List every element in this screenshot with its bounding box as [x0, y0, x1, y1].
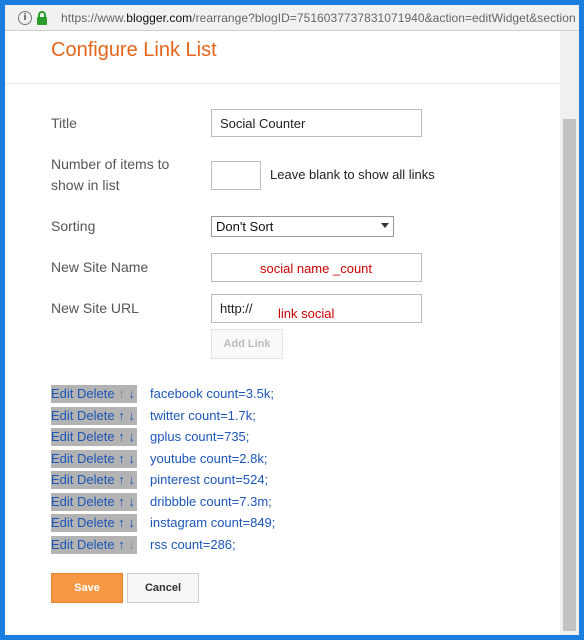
items-count-label-line1: Number of items to: [51, 156, 170, 172]
browser-window: i https://www.blogger.com/rearrange?blog…: [5, 5, 579, 635]
title-label: Title: [51, 115, 77, 131]
move-down-arrow-icon[interactable]: ↓: [128, 494, 135, 509]
url-text[interactable]: https://www.blogger.com/rearrange?blogID…: [61, 11, 576, 25]
url-prefix: https://www.: [61, 11, 127, 25]
edit-link[interactable]: Edit: [51, 408, 73, 423]
chevron-down-icon: [381, 223, 389, 228]
info-icon[interactable]: i: [18, 11, 32, 25]
move-down-arrow-icon[interactable]: ↓: [128, 429, 135, 444]
url-domain: blogger.com: [126, 11, 193, 25]
delete-link[interactable]: Delete: [77, 515, 115, 530]
items-count-hint: Leave blank to show all links: [270, 167, 435, 182]
link-item-text[interactable]: pinterest count=524;: [150, 471, 268, 489]
move-up-arrow-icon[interactable]: ↑: [118, 537, 125, 552]
title-input-value: Social Counter: [220, 116, 306, 131]
scrollbar[interactable]: [560, 31, 579, 635]
link-controls: Edit Delete ↑ ↓: [51, 407, 137, 425]
edit-link[interactable]: Edit: [51, 472, 73, 487]
link-item-text[interactable]: instagram count=849;: [150, 514, 275, 532]
move-up-arrow-icon[interactable]: ↑: [118, 494, 125, 509]
add-link-button[interactable]: Add Link: [211, 329, 283, 359]
address-bar[interactable]: i https://www.blogger.com/rearrange?blog…: [5, 5, 579, 31]
sorting-selected-value: Don't Sort: [216, 219, 274, 234]
move-down-arrow-icon[interactable]: ↓: [128, 472, 135, 487]
link-controls: Edit Delete ↑ ↓: [51, 493, 137, 511]
link-item-text[interactable]: twitter count=1.7k;: [150, 407, 256, 425]
move-up-arrow-icon: ↑: [118, 386, 125, 401]
link-item-text[interactable]: youtube count=2.8k;: [150, 450, 267, 468]
delete-link[interactable]: Delete: [77, 472, 115, 487]
move-up-arrow-icon[interactable]: ↑: [118, 451, 125, 466]
link-controls: Edit Delete ↑ ↓: [51, 536, 137, 554]
edit-link[interactable]: Edit: [51, 494, 73, 509]
sorting-label: Sorting: [51, 218, 96, 234]
cancel-button[interactable]: Cancel: [127, 573, 199, 603]
sorting-select[interactable]: Don't Sort: [211, 216, 394, 237]
link-controls: Edit Delete ↑ ↓: [51, 385, 137, 403]
url-path: /rearrange?blogID=7516037737831071940&ac…: [192, 11, 576, 25]
link-item-text[interactable]: dribbble count=7.3m;: [150, 493, 272, 511]
delete-link[interactable]: Delete: [77, 537, 115, 552]
edit-link[interactable]: Edit: [51, 429, 73, 444]
move-down-arrow-icon[interactable]: ↓: [128, 515, 135, 530]
delete-link[interactable]: Delete: [77, 451, 115, 466]
edit-link[interactable]: Edit: [51, 515, 73, 530]
delete-link[interactable]: Delete: [77, 494, 115, 509]
link-item-text[interactable]: rss count=286;: [150, 536, 236, 554]
move-up-arrow-icon[interactable]: ↑: [118, 472, 125, 487]
delete-link[interactable]: Delete: [77, 429, 115, 444]
dialog-content: Configure Link List Title Social Counter…: [5, 31, 560, 635]
title-divider: [5, 83, 560, 84]
move-up-arrow-icon[interactable]: ↑: [118, 429, 125, 444]
link-controls: Edit Delete ↑ ↓: [51, 450, 137, 468]
site-name-annotation: social name _count: [260, 261, 373, 276]
link-controls: Edit Delete ↑ ↓: [51, 428, 137, 446]
site-url-annotation: link social: [278, 306, 335, 321]
page-title: Configure Link List: [51, 39, 217, 61]
move-down-arrow-icon: ↓: [128, 537, 135, 552]
edit-link[interactable]: Edit: [51, 451, 73, 466]
edit-link[interactable]: Edit: [51, 537, 73, 552]
items-count-input[interactable]: [211, 161, 261, 190]
move-down-arrow-icon[interactable]: ↓: [128, 451, 135, 466]
lock-icon: [37, 11, 47, 25]
link-controls: Edit Delete ↑ ↓: [51, 471, 137, 489]
items-count-label-line2: show in list: [51, 177, 120, 193]
save-button[interactable]: Save: [51, 573, 123, 603]
scrollbar-thumb[interactable]: [563, 119, 576, 631]
move-down-arrow-icon[interactable]: ↓: [128, 386, 135, 401]
link-item-text[interactable]: gplus count=735;: [150, 428, 249, 446]
site-name-label: New Site Name: [51, 259, 149, 275]
link-item-text[interactable]: facebook count=3.5k;: [150, 385, 274, 403]
site-url-label: New Site URL: [51, 300, 139, 316]
move-up-arrow-icon[interactable]: ↑: [118, 515, 125, 530]
move-down-arrow-icon[interactable]: ↓: [128, 408, 135, 423]
delete-link[interactable]: Delete: [77, 408, 115, 423]
edit-link[interactable]: Edit: [51, 386, 73, 401]
delete-link[interactable]: Delete: [77, 386, 115, 401]
site-url-value: http://: [220, 301, 253, 316]
link-controls: Edit Delete ↑ ↓: [51, 514, 137, 532]
title-input[interactable]: Social Counter: [211, 109, 422, 137]
move-up-arrow-icon[interactable]: ↑: [118, 408, 125, 423]
